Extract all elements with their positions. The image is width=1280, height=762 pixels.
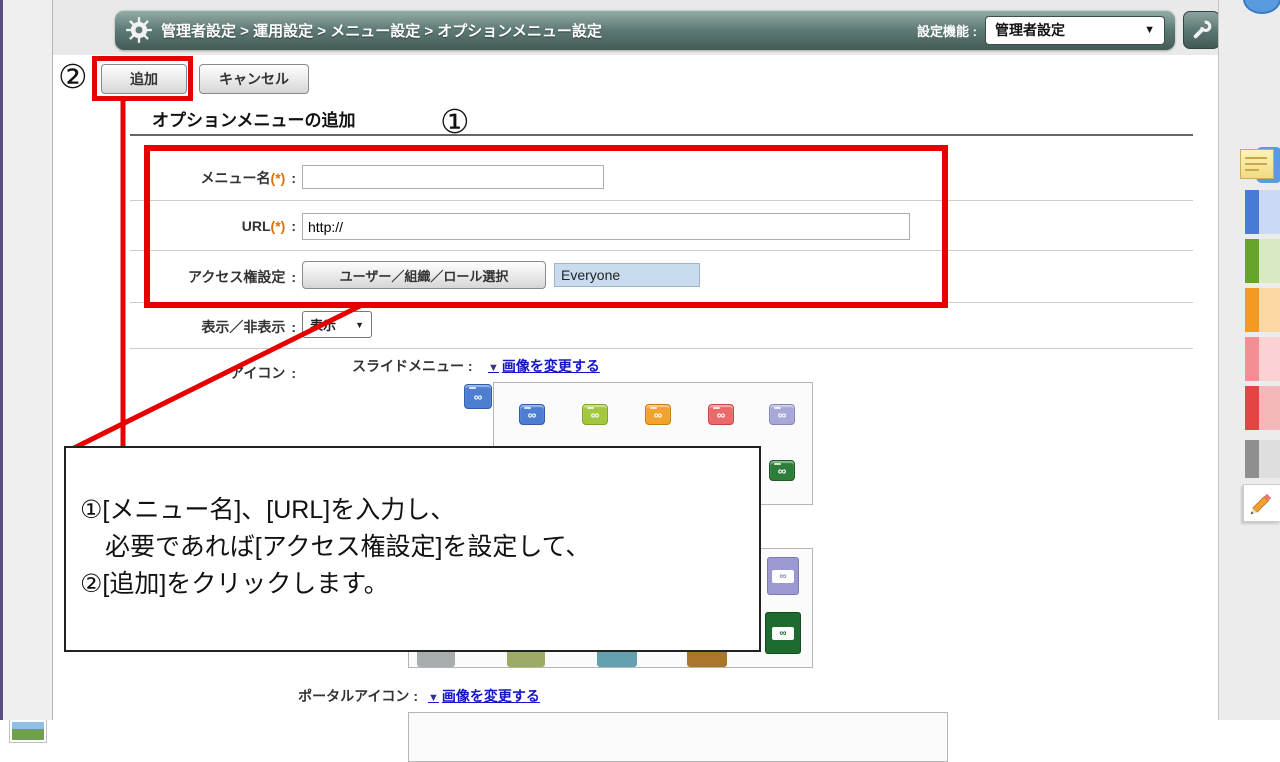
slide-icon-option-darkgreen[interactable]: ∞ — [769, 460, 795, 481]
visibility-label: 表示／非表示: — [130, 317, 296, 337]
memo-color-pink[interactable] — [1245, 337, 1280, 381]
portal-icon-option-teal[interactable] — [597, 652, 637, 667]
triangle-down-icon: ▼ — [428, 692, 439, 704]
cancel-button[interactable]: キャンセル — [199, 64, 309, 94]
memo-color-green[interactable] — [1245, 239, 1280, 283]
function-select-label: 設定機能 : — [917, 21, 977, 40]
icon-label: アイコン: — [130, 363, 296, 383]
annotation-line: 必要であれば[アクセス権設定]を設定して、 — [80, 529, 749, 566]
triangle-down-icon: ▼ — [488, 362, 499, 374]
portal-icon-option-lavender[interactable]: ∞ — [767, 557, 799, 595]
memo-color-red[interactable] — [1245, 386, 1280, 430]
memo-color-blue[interactable] — [1245, 190, 1280, 234]
slide-icon-option-orange[interactable]: ∞ — [645, 404, 671, 425]
slide-icon-option-yellowgreen[interactable]: ∞ — [582, 404, 608, 425]
step-1-marker: ① — [440, 102, 470, 141]
function-select[interactable]: 管理者設定 ▼ — [985, 16, 1165, 45]
selected-slide-icon[interactable]: ∞ — [464, 384, 492, 409]
memo-color-gray[interactable] — [1245, 440, 1280, 478]
settings-wrench-button[interactable] — [1183, 11, 1220, 49]
memo-note-icon[interactable] — [1240, 145, 1280, 187]
sidebar-accent-stripe — [0, 0, 3, 720]
slide-icon-option-red[interactable]: ∞ — [708, 404, 734, 425]
change-image-link-portal[interactable]: ▼画像を変更する — [428, 686, 540, 706]
form-title: オプションメニューの追加 — [152, 106, 356, 131]
annotation-note-box: ①[メニュー名]、[URL]を入力し、 必要であれば[アクセス権設定]を設定して… — [64, 446, 761, 652]
portal-icon-label: ポータルアイコン : — [240, 686, 418, 706]
slide-menu-label: スライドメニュー : — [352, 356, 473, 376]
row-separator — [130, 348, 1193, 349]
chevron-down-icon: ▼ — [347, 320, 364, 330]
header-breadcrumb-bar: 管理者設定 > 運用設定 > メニュー設定 > オプションメニュー設定 設定機能… — [115, 10, 1175, 50]
slide-icon-option-lavender[interactable]: ∞ — [769, 404, 795, 425]
memo-edit-button[interactable] — [1243, 484, 1280, 522]
portal-icon-option-gray[interactable] — [417, 652, 455, 667]
portal-icon-option-olive[interactable] — [507, 652, 545, 667]
slide-icon-option-blue[interactable]: ∞ — [519, 404, 545, 425]
memo-color-orange[interactable] — [1245, 288, 1280, 332]
breadcrumb: 管理者設定 > 運用設定 > メニュー設定 > オプションメニュー設定 — [161, 20, 602, 41]
change-image-link-slide[interactable]: ▼画像を変更する — [488, 356, 600, 376]
portal-icon-option-brown[interactable] — [687, 652, 727, 667]
annotation-line: ②[追加]をクリックします。 — [80, 566, 749, 603]
wrench-icon — [1191, 19, 1213, 41]
chevron-down-icon: ▼ — [1144, 24, 1155, 36]
pencil-icon — [1244, 485, 1280, 521]
gear-icon — [125, 16, 153, 44]
portal-icon-option-darkgreen[interactable]: ∞ — [765, 612, 801, 654]
step-2-marker: ② — [58, 57, 88, 96]
title-underline — [130, 134, 1193, 136]
annotation-line: ①[メニュー名]、[URL]を入力し、 — [80, 492, 749, 529]
annotation-rect-form-fields — [144, 145, 948, 308]
app-launcher-sidebar — [0, 0, 53, 720]
function-select-value: 管理者設定 — [995, 20, 1065, 40]
annotation-rect-add-button — [92, 56, 193, 101]
visibility-select[interactable]: 表示 ▼ — [302, 311, 372, 338]
